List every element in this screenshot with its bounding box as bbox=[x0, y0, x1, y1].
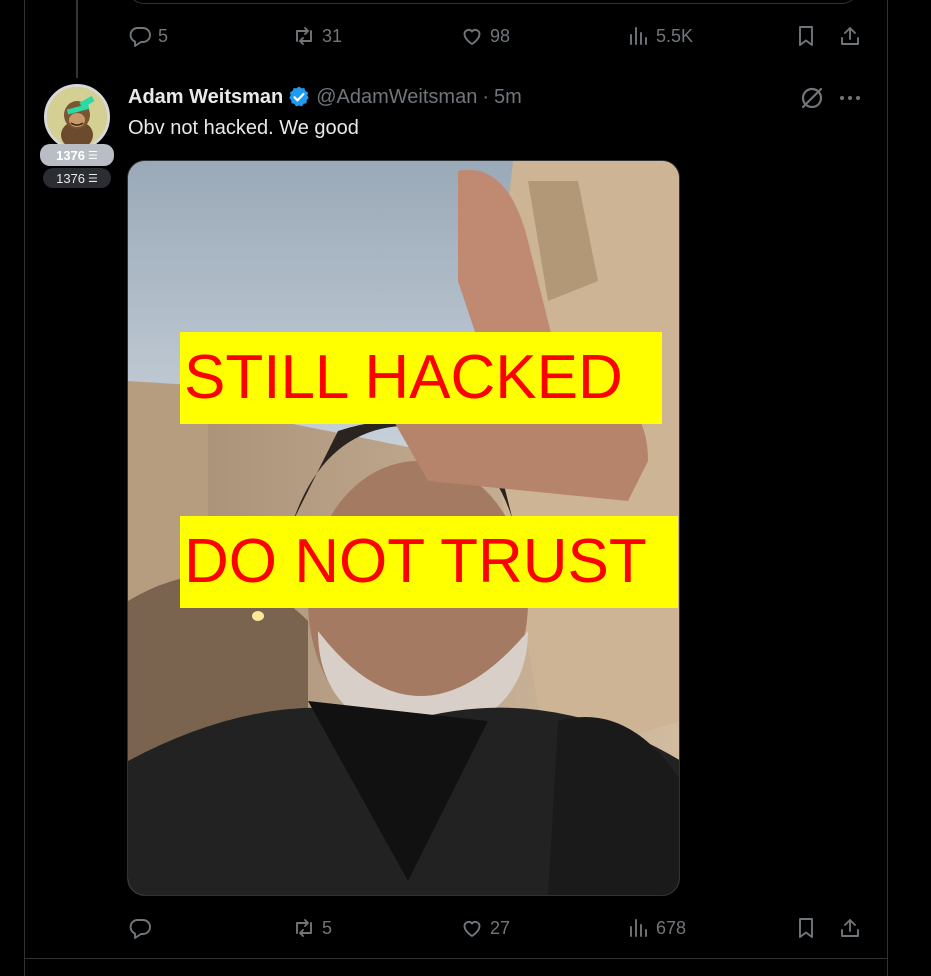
thread-line bbox=[76, 0, 78, 78]
reply-icon bbox=[129, 919, 151, 939]
like-icon bbox=[463, 28, 481, 45]
like-icon bbox=[463, 920, 481, 937]
share-icon bbox=[841, 919, 859, 937]
nft-badge-number: 1376 bbox=[56, 147, 86, 163]
overlay-still-hacked: STILL HACKED bbox=[180, 332, 662, 424]
prev-views-button[interactable]: 5.5K bbox=[626, 21, 693, 51]
nft-badge-top: 1376 ☰ bbox=[40, 144, 114, 166]
repost-count: 31 bbox=[322, 25, 343, 46]
views-icon bbox=[630, 27, 647, 45]
author-handle[interactable]: @AdamWeitsman bbox=[316, 86, 477, 109]
timestamp[interactable]: 5m bbox=[494, 86, 522, 109]
author-name[interactable]: Adam Weitsman bbox=[128, 86, 283, 109]
separator-dot: · bbox=[482, 85, 489, 108]
repost-icon bbox=[296, 27, 312, 45]
tweet-image[interactable]: STILL HACKED DO NOT TRUST bbox=[127, 160, 680, 896]
ape-avatar-image bbox=[47, 87, 107, 147]
bookmark-icon bbox=[799, 918, 813, 938]
views-button[interactable]: 678 bbox=[626, 913, 686, 943]
prev-reply-button[interactable]: 5 bbox=[128, 21, 168, 51]
nft-badge-number: 1376 bbox=[56, 170, 86, 186]
avatar-group[interactable]: 1376 ☰ 1376 ☰ bbox=[40, 84, 114, 192]
more-icon bbox=[848, 96, 852, 100]
reply-button[interactable] bbox=[128, 913, 158, 943]
tweet-action-bar: 5 27 678 bbox=[128, 913, 868, 943]
previous-media-edge bbox=[128, 0, 858, 4]
reply-count: 5 bbox=[158, 25, 169, 46]
bookmark-icon bbox=[799, 26, 813, 46]
repost-button[interactable]: 5 bbox=[292, 913, 332, 943]
views-count: 678 bbox=[656, 917, 687, 938]
share-icon bbox=[841, 27, 859, 45]
prev-like-button[interactable]: 98 bbox=[460, 21, 510, 51]
grok-button[interactable] bbox=[798, 84, 826, 112]
bookmark-button[interactable] bbox=[794, 913, 818, 943]
like-count: 27 bbox=[490, 917, 511, 938]
views-count: 5.5K bbox=[656, 25, 694, 46]
nft-badge-bottom: 1376 ☰ bbox=[43, 168, 111, 188]
prev-share-button[interactable] bbox=[838, 21, 862, 51]
divider bbox=[24, 958, 888, 959]
list-icon: ☰ bbox=[88, 172, 98, 185]
tweet-text: Obv not hacked. We good bbox=[128, 117, 359, 139]
verified-icon[interactable] bbox=[287, 85, 311, 109]
avatar[interactable] bbox=[44, 84, 110, 150]
prev-repost-button[interactable]: 31 bbox=[292, 21, 342, 51]
prev-bookmark-button[interactable] bbox=[794, 21, 818, 51]
share-button[interactable] bbox=[838, 913, 862, 943]
repost-count: 5 bbox=[322, 917, 333, 938]
list-icon: ☰ bbox=[88, 149, 98, 162]
prev-tweet-action-bar: 5 31 98 5.5K bbox=[128, 21, 868, 51]
more-icon bbox=[840, 96, 844, 100]
repost-icon bbox=[296, 919, 312, 937]
views-icon bbox=[630, 919, 647, 937]
tweet-header: Adam Weitsman @AdamWeitsman · 5m bbox=[128, 84, 522, 110]
reply-icon bbox=[129, 27, 151, 47]
grok-icon bbox=[801, 87, 823, 109]
more-icon bbox=[856, 96, 860, 100]
like-count: 98 bbox=[490, 25, 511, 46]
more-button[interactable] bbox=[836, 84, 864, 112]
like-button[interactable]: 27 bbox=[460, 913, 510, 943]
overlay-do-not-trust: DO NOT TRUST bbox=[180, 516, 678, 608]
